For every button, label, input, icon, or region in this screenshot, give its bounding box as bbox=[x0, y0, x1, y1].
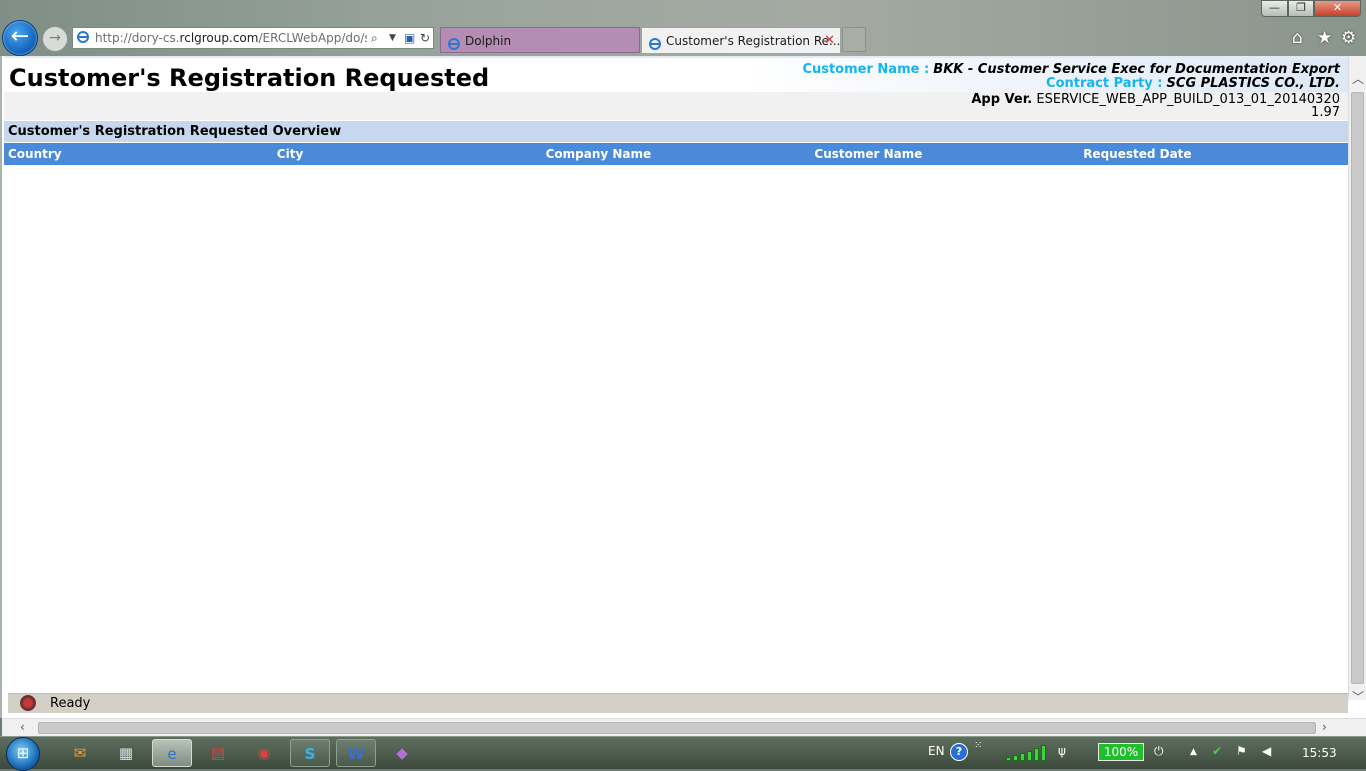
tab-label: Customer's Registration Re... bbox=[666, 34, 841, 48]
ie-icon[interactable]: e bbox=[152, 739, 192, 767]
scrollbar-thumb[interactable] bbox=[1351, 92, 1364, 684]
tab-customer-registration[interactable]: Customer's Registration Re... ✕ bbox=[641, 27, 841, 53]
overview-title: Customer's Registration Requested Overvi… bbox=[4, 121, 1348, 142]
keyboard-icon[interactable]: ⁙ bbox=[974, 740, 982, 751]
page-header: Customer's Registration Requested Custom… bbox=[4, 56, 1348, 94]
refresh-icon[interactable]: ↻ bbox=[420, 28, 430, 48]
column-header-requested-date[interactable]: Requested Date bbox=[1079, 143, 1348, 165]
maximize-button[interactable]: ❐ bbox=[1288, 0, 1314, 17]
app-version-value: ESERVICE_WEB_APP_BUILD_013_01_20140320 bbox=[1036, 92, 1340, 107]
app-version-row: App Ver. ESERVICE_WEB_APP_BUILD_013_01_2… bbox=[4, 92, 1348, 120]
column-header-country[interactable]: Country bbox=[4, 143, 273, 165]
forward-button[interactable]: → bbox=[42, 26, 68, 52]
scroll-up-icon[interactable]: ︿ bbox=[1352, 70, 1364, 87]
search-icon[interactable]: ⌕ bbox=[371, 28, 378, 48]
close-tab-icon[interactable]: ✕ bbox=[824, 28, 835, 53]
pdf-icon[interactable]: ▤ bbox=[198, 739, 238, 767]
tools-icon[interactable]: ⚙ bbox=[1341, 28, 1356, 48]
language-indicator[interactable]: EN bbox=[928, 744, 945, 758]
dropdown-arrow-icon[interactable]: ▼ bbox=[389, 28, 396, 48]
close-window-button[interactable]: ✕ bbox=[1314, 0, 1361, 17]
customer-name-label: Customer Name : bbox=[802, 62, 930, 77]
column-header-customer-name[interactable]: Customer Name bbox=[810, 143, 1079, 165]
scroll-down-icon[interactable]: ﹀ bbox=[1352, 688, 1364, 705]
back-button[interactable]: ← bbox=[2, 20, 38, 56]
status-icon bbox=[20, 695, 36, 711]
app-version-label: App Ver. bbox=[971, 92, 1033, 107]
new-tab-button[interactable] bbox=[842, 27, 866, 52]
record-icon[interactable]: ◉ bbox=[244, 739, 284, 767]
skype-icon[interactable]: S bbox=[290, 739, 330, 767]
network-icon[interactable]: ψ bbox=[1058, 744, 1066, 758]
action-center-flag-icon[interactable]: ⚑ bbox=[1236, 744, 1247, 758]
browser-chrome: ← → http://dory-cs.rclgroup.com/ERCLWebA… bbox=[0, 0, 1366, 56]
tab-label: Dolphin bbox=[465, 34, 512, 48]
show-hidden-icons-icon[interactable]: ▲ bbox=[1190, 747, 1197, 757]
help-icon[interactable]: ? bbox=[950, 743, 968, 761]
scroll-right-icon[interactable]: › bbox=[1322, 720, 1327, 734]
volume-icon[interactable]: ◀ bbox=[1262, 744, 1271, 758]
scroll-left-icon[interactable]: ‹ bbox=[20, 720, 25, 734]
onenote-icon[interactable]: ◆ bbox=[382, 739, 422, 767]
word-icon[interactable]: W bbox=[336, 739, 376, 767]
contract-party-value: SCG PLASTICS CO., LTD. bbox=[1166, 76, 1340, 91]
ie-tab-icon bbox=[447, 34, 461, 52]
windows-logo-icon: ⊞ bbox=[16, 744, 30, 762]
calculator-icon[interactable]: ▦ bbox=[106, 739, 146, 767]
app-version-number: 1.97 bbox=[1311, 105, 1340, 120]
scrollbar-thumb[interactable] bbox=[38, 722, 1316, 734]
page-viewport: Customer's Registration Requested Custom… bbox=[0, 56, 1366, 737]
vertical-scrollbar[interactable]: ︿ ﹀ bbox=[1348, 56, 1366, 704]
home-icon[interactable]: ⌂ bbox=[1292, 28, 1303, 48]
status-bar: Ready bbox=[8, 693, 1348, 713]
taskbar: ⊞ ✉ ▦ e ▤ ◉ S W ◆ EN ? ⁙ ψ 100% ⏻ ▲ ✔ ⚑ … bbox=[0, 736, 1366, 771]
compatibility-view-icon[interactable]: ▣ bbox=[404, 28, 415, 48]
address-url: http://dory-cs.rclgroup.com/ERCLWebApp/d… bbox=[95, 31, 367, 45]
start-button[interactable]: ⊞ bbox=[6, 737, 40, 771]
favorites-icon[interactable]: ★ bbox=[1317, 28, 1332, 48]
battery-indicator[interactable]: 100% bbox=[1098, 743, 1144, 761]
minimize-button[interactable]: — bbox=[1261, 0, 1288, 17]
signal-strength-icon[interactable] bbox=[1006, 745, 1050, 761]
contract-party-label: Contract Party : bbox=[1046, 76, 1163, 91]
power-plug-icon[interactable]: ⏻ bbox=[1154, 744, 1164, 759]
outlook-icon[interactable]: ✉ bbox=[60, 739, 100, 767]
customer-info: Customer Name : BKK - Customer Service E… bbox=[802, 63, 1340, 91]
horizontal-scrollbar[interactable]: ‹ › bbox=[2, 718, 1366, 737]
address-bar[interactable]: http://dory-cs.rclgroup.com/ERCLWebApp/d… bbox=[72, 27, 434, 49]
security-icon[interactable]: ✔ bbox=[1212, 744, 1222, 758]
customer-name-value: BKK - Customer Service Exec for Document… bbox=[933, 62, 1340, 77]
app-version: App Ver. ESERVICE_WEB_APP_BUILD_013_01_2… bbox=[971, 93, 1340, 119]
column-header-city[interactable]: City bbox=[273, 143, 542, 165]
ie-tab-icon bbox=[648, 34, 662, 53]
clock[interactable]: 15:53 bbox=[1302, 746, 1337, 760]
tab-dolphin[interactable]: Dolphin bbox=[440, 27, 640, 53]
table-header: Country City Company Name Customer Name … bbox=[4, 143, 1348, 165]
page-title: Customer's Registration Requested bbox=[9, 64, 490, 92]
back-arrow-icon: ← bbox=[10, 24, 30, 49]
status-text: Ready bbox=[50, 696, 91, 711]
forward-arrow-icon: → bbox=[49, 30, 61, 46]
column-header-company-name[interactable]: Company Name bbox=[542, 143, 811, 165]
ie-page-icon bbox=[76, 30, 90, 50]
